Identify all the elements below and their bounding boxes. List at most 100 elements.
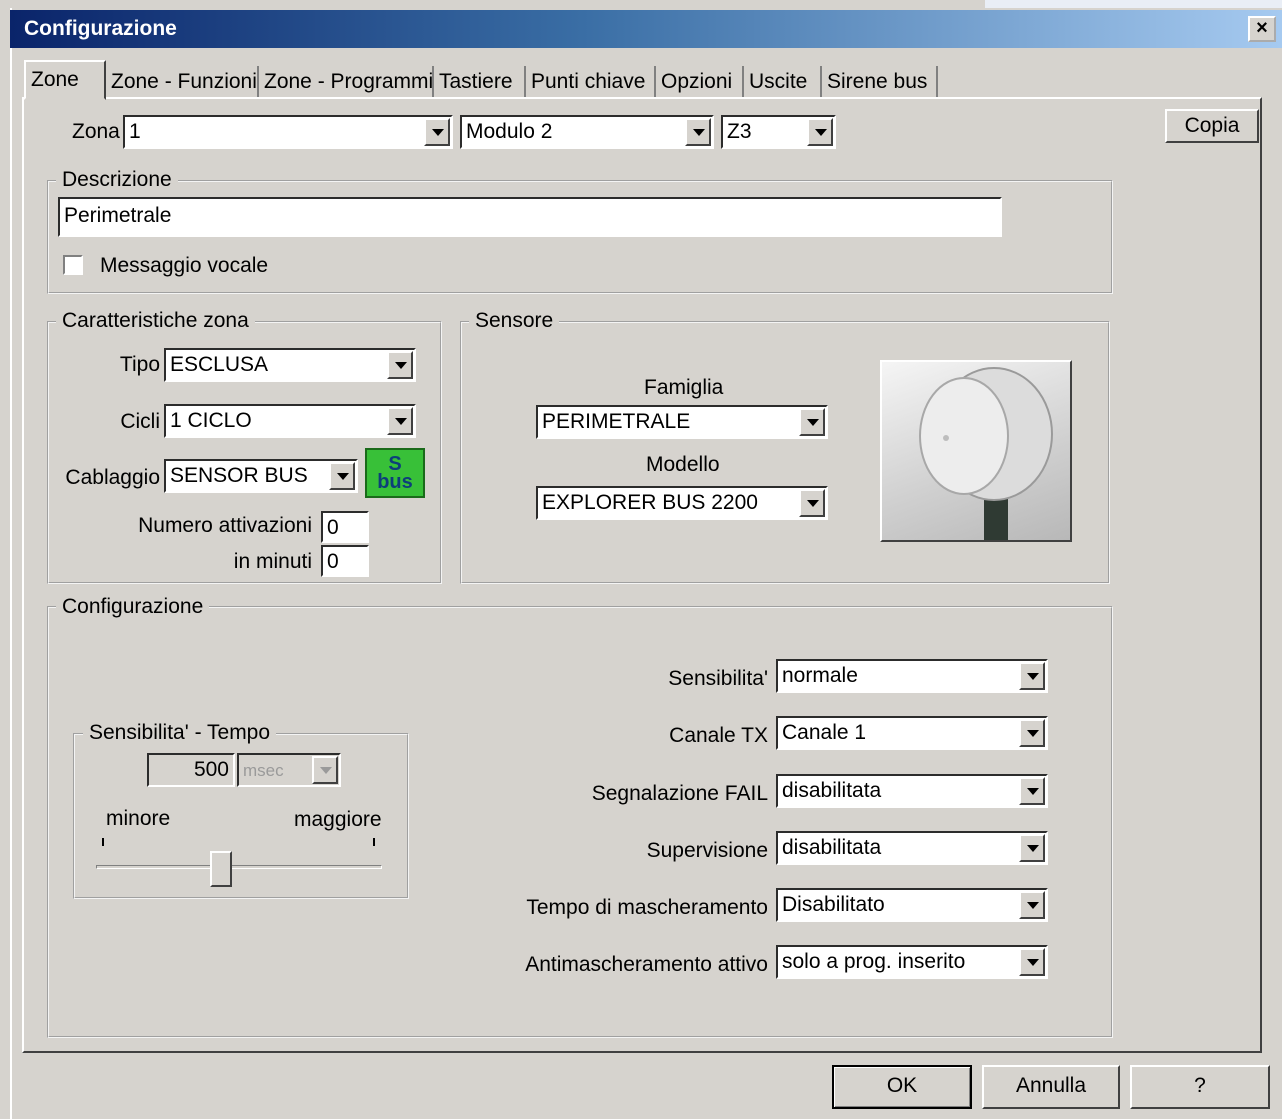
chevron-down-icon[interactable] xyxy=(1019,777,1045,805)
close-icon[interactable]: × xyxy=(1248,16,1276,42)
famiglia-label: Famiglia xyxy=(644,376,724,399)
sensor-bus-icon: S bus xyxy=(365,448,425,498)
chevron-down-icon[interactable] xyxy=(799,408,825,436)
minuti-value: 0 xyxy=(327,550,339,573)
slider-min-label: minore xyxy=(106,807,171,830)
sens-tempo-unit-select[interactable]: msec xyxy=(237,753,341,787)
chevron-down-icon[interactable] xyxy=(799,489,825,517)
attivazioni-input[interactable]: 0 xyxy=(321,511,369,543)
sensor-device-icon xyxy=(919,367,1053,540)
famiglia-value: PERIMETRALE xyxy=(542,410,691,433)
tipo-value: ESCLUSA xyxy=(170,353,269,376)
tab-label: Zone - Programmi xyxy=(264,70,434,93)
supervisione-label: Supervisione xyxy=(646,839,768,862)
sens-tempo-unit: msec xyxy=(243,761,284,780)
chevron-down-icon[interactable] xyxy=(312,756,338,784)
cablaggio-select[interactable]: SENSOR BUS xyxy=(164,459,358,493)
cancel-button[interactable]: Annulla xyxy=(982,1065,1120,1109)
modello-select[interactable]: EXPLORER BUS 2200 xyxy=(536,486,828,520)
chevron-down-icon[interactable] xyxy=(1019,662,1045,690)
chevron-down-icon[interactable] xyxy=(387,407,413,435)
help-button[interactable]: ? xyxy=(1130,1065,1270,1109)
cicli-select[interactable]: 1 CICLO xyxy=(164,404,416,438)
slider-thumb[interactable] xyxy=(209,851,232,887)
sens-tempo-input[interactable]: 500 xyxy=(147,753,235,787)
canale-tx-label: Canale TX xyxy=(669,724,768,747)
chevron-down-icon[interactable] xyxy=(1019,719,1045,747)
sbus-badge-bottom: bus xyxy=(377,471,413,493)
tab-label: Punti chiave xyxy=(531,70,646,93)
tab-label: Zone xyxy=(31,68,79,91)
background-strip xyxy=(985,0,1282,8)
antimascheramento-select[interactable]: solo a prog. inserito xyxy=(776,945,1048,979)
chevron-down-icon[interactable] xyxy=(1019,948,1045,976)
window-title: Configurazione xyxy=(24,17,177,40)
title-bar: Configurazione xyxy=(10,10,1282,48)
z-value: Z3 xyxy=(727,120,752,143)
caratteristiche-legend: Caratteristiche zona xyxy=(56,309,255,333)
minuti-label: in minuti xyxy=(233,550,312,573)
messaggio-vocale-label: Messaggio vocale xyxy=(100,254,269,277)
chevron-down-icon[interactable] xyxy=(424,118,450,146)
tipo-label: Tipo xyxy=(119,353,160,376)
tempo-mascheramento-label: Tempo di mascheramento xyxy=(526,896,768,919)
tab-zone[interactable]: Zone xyxy=(24,60,106,100)
slider-tick-max xyxy=(373,838,375,846)
sensibilita-value: normale xyxy=(782,664,858,687)
tempo-mascheramento-select[interactable]: Disabilitato xyxy=(776,888,1048,922)
copy-button[interactable]: Copia xyxy=(1165,109,1259,143)
supervisione-value: disabilitata xyxy=(782,836,882,859)
chevron-down-icon[interactable] xyxy=(387,351,413,379)
attivazioni-label: Numero attivazioni xyxy=(138,514,312,537)
tab-tastiere[interactable]: Tastiere xyxy=(434,66,526,98)
slider-tick-min xyxy=(102,838,104,846)
slider-track xyxy=(96,865,382,869)
chevron-down-icon[interactable] xyxy=(329,462,355,490)
zona-select[interactable]: 1 xyxy=(123,115,453,149)
slider-max-label: maggiore xyxy=(294,808,382,831)
descrizione-value: Perimetrale xyxy=(64,204,172,227)
modulo-value: Modulo 2 xyxy=(466,120,553,143)
tab-label: Zone - Funzioni xyxy=(111,70,257,93)
tipo-select[interactable]: ESCLUSA xyxy=(164,348,416,382)
tab-uscite[interactable]: Uscite xyxy=(744,66,822,98)
sens-tempo-value: 500 xyxy=(193,758,229,781)
tab-label: Sirene bus xyxy=(827,70,928,93)
modello-value: EXPLORER BUS 2200 xyxy=(542,491,758,514)
descrizione-input[interactable]: Perimetrale xyxy=(58,197,1002,237)
attivazioni-value: 0 xyxy=(327,516,339,539)
modulo-select[interactable]: Modulo 2 xyxy=(460,115,714,149)
chevron-down-icon[interactable] xyxy=(1019,834,1045,862)
segnalazione-fail-select[interactable]: disabilitata xyxy=(776,774,1048,808)
tab-label: Opzioni xyxy=(661,70,733,93)
ok-button[interactable]: OK xyxy=(832,1065,972,1109)
antimascheramento-label: Antimascheramento attivo xyxy=(525,953,768,976)
tab-sirene-bus[interactable]: Sirene bus xyxy=(822,66,938,98)
sensore-legend: Sensore xyxy=(469,309,560,333)
sensor-image xyxy=(880,360,1072,542)
tab-punti-chiave[interactable]: Punti chiave xyxy=(526,66,656,98)
chevron-down-icon[interactable] xyxy=(1019,891,1045,919)
messaggio-vocale-checkbox[interactable] xyxy=(63,255,83,275)
z-select[interactable]: Z3 xyxy=(721,115,836,149)
tab-label: Tastiere xyxy=(439,70,513,93)
segnalazione-fail-label: Segnalazione FAIL xyxy=(591,782,768,805)
antimascheramento-value: solo a prog. inserito xyxy=(782,950,966,973)
minuti-input[interactable]: 0 xyxy=(321,545,369,577)
chevron-down-icon[interactable] xyxy=(685,118,711,146)
tab-zone-funzioni[interactable]: Zone - Funzioni xyxy=(106,66,259,98)
zona-label: Zona xyxy=(72,120,120,143)
canale-tx-select[interactable]: Canale 1 xyxy=(776,716,1048,750)
cablaggio-label: Cablaggio xyxy=(65,466,160,489)
tab-zone-programmi[interactable]: Zone - Programmi xyxy=(259,66,434,98)
cicli-label: Cicli xyxy=(120,410,160,433)
sensibilita-select[interactable]: normale xyxy=(776,659,1048,693)
tab-opzioni[interactable]: Opzioni xyxy=(656,66,744,98)
famiglia-select[interactable]: PERIMETRALE xyxy=(536,405,828,439)
descrizione-legend: Descrizione xyxy=(56,168,178,192)
tempo-mascheramento-value: Disabilitato xyxy=(782,893,885,916)
modello-label: Modello xyxy=(646,453,720,476)
supervisione-select[interactable]: disabilitata xyxy=(776,831,1048,865)
chevron-down-icon[interactable] xyxy=(807,118,833,146)
segnalazione-fail-value: disabilitata xyxy=(782,779,882,802)
